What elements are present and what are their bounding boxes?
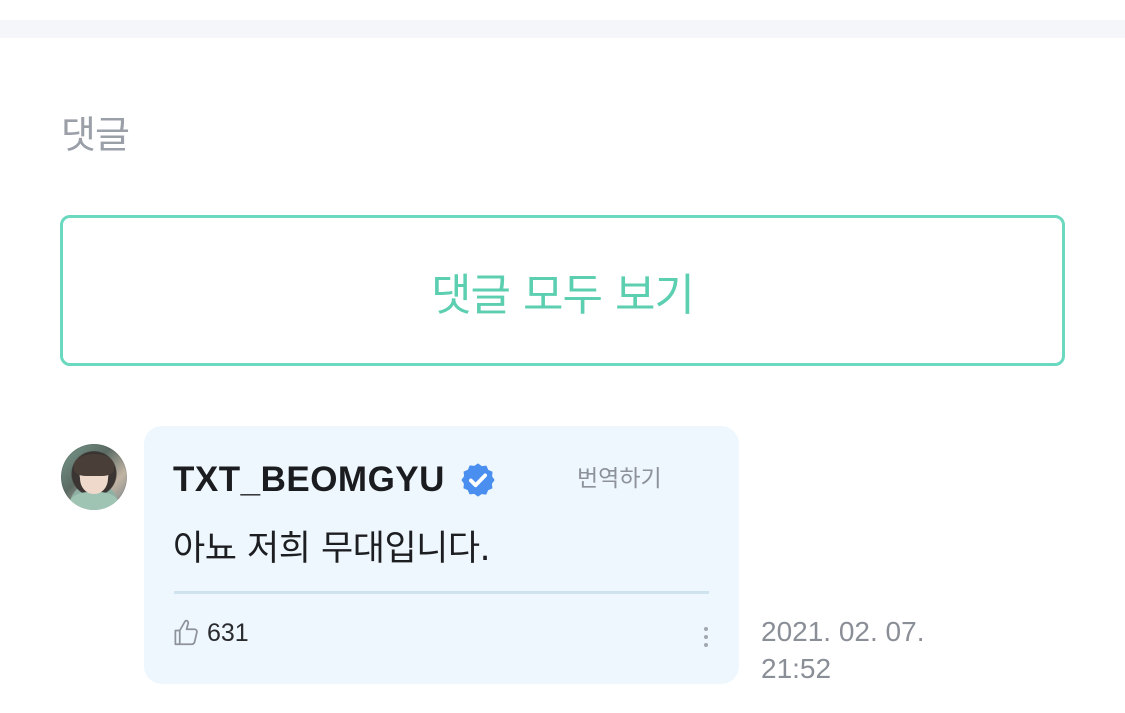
- comment-date: 2021. 02. 07.: [761, 616, 925, 647]
- avatar[interactable]: [61, 444, 127, 510]
- comments-section-title: 댓글: [61, 113, 130, 157]
- avatar-hair: [74, 454, 114, 476]
- comments-page: 댓글 댓글 모두 보기 TXT_BEOMGYU 번역하기 아뇨 저희 무대입니다…: [0, 0, 1125, 713]
- like-count: 631: [207, 618, 249, 647]
- thumbs-up-icon: [171, 618, 201, 648]
- section-divider: [0, 20, 1125, 38]
- like-button[interactable]: 631: [171, 618, 249, 648]
- comment-timestamp: 2021. 02. 07. 21:52: [761, 613, 924, 687]
- comment-card: TXT_BEOMGYU 번역하기 아뇨 저희 무대입니다. 631: [144, 426, 739, 684]
- comment-time: 21:52: [761, 653, 832, 684]
- more-vertical-icon[interactable]: [696, 624, 716, 654]
- comment-author-name[interactable]: TXT_BEOMGYU: [173, 460, 445, 500]
- verified-badge-icon: [459, 461, 497, 499]
- avatar-shirt: [69, 492, 119, 510]
- view-all-comments-label: 댓글 모두 보기: [431, 269, 695, 321]
- comment-text: 아뇨 저희 무대입니다.: [173, 529, 491, 569]
- translate-link[interactable]: 번역하기: [577, 459, 662, 493]
- comment-divider: [174, 591, 709, 594]
- comment-author-row: TXT_BEOMGYU: [173, 460, 497, 500]
- view-all-comments-button[interactable]: 댓글 모두 보기: [60, 215, 1065, 366]
